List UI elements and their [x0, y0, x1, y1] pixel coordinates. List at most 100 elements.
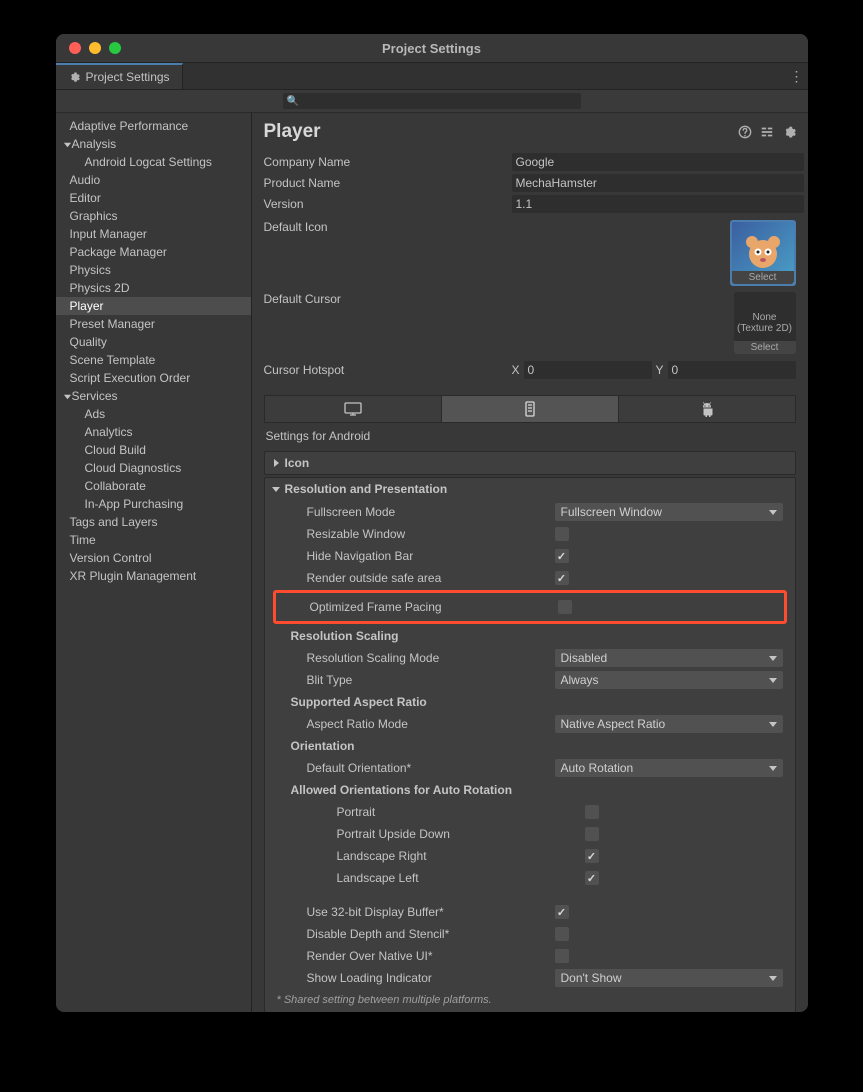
- platform-tabs: [264, 395, 796, 423]
- default-cursor-slot[interactable]: None (Texture 2D) Select: [734, 292, 796, 354]
- page-title: Player: [264, 121, 321, 143]
- hotspot-y-input[interactable]: [668, 361, 796, 379]
- section-resolution-header[interactable]: Resolution and Presentation: [265, 478, 795, 500]
- aspect-mode-dropdown[interactable]: Native Aspect Ratio: [555, 715, 783, 733]
- sidebar-item-script-execution-order[interactable]: Script Execution Order: [56, 369, 251, 387]
- resizable-window-checkbox[interactable]: [555, 527, 569, 541]
- company-name-label: Company Name: [264, 155, 512, 169]
- sidebar-item-analysis[interactable]: Analysis: [56, 135, 251, 153]
- app-icon-preview: [742, 232, 784, 274]
- sidebar-item-cloud-build[interactable]: Cloud Build: [56, 441, 251, 459]
- company-name-input[interactable]: [512, 153, 804, 171]
- sidebar-item-adaptive-performance[interactable]: Adaptive Performance: [56, 117, 251, 135]
- preset-icon[interactable]: [760, 125, 774, 139]
- window-title: Project Settings: [56, 41, 808, 56]
- scaling-mode-label: Resolution Scaling Mode: [277, 651, 555, 665]
- hotspot-x-input[interactable]: [524, 361, 652, 379]
- help-icon[interactable]: [738, 125, 752, 139]
- sidebar-item-version-control[interactable]: Version Control: [56, 549, 251, 567]
- sidebar-item-label: Graphics: [70, 208, 118, 224]
- allowed-orientations-header: Allowed Orientations for Auto Rotation: [277, 783, 513, 797]
- titlebar: Project Settings: [56, 34, 808, 63]
- default-icon-slot[interactable]: Select: [730, 220, 796, 286]
- sidebar-item-package-manager[interactable]: Package Manager: [56, 243, 251, 261]
- tab-bar: Project Settings ⋮: [56, 63, 808, 90]
- platform-tab-android[interactable]: [619, 396, 795, 422]
- sidebar-item-android-logcat-settings[interactable]: Android Logcat Settings: [56, 153, 251, 171]
- portrait-checkbox[interactable]: [585, 805, 599, 819]
- platform-tab-desktop[interactable]: [265, 396, 442, 422]
- sidebar-item-label: Collaborate: [85, 478, 146, 494]
- hotspot-y-label: Y: [656, 363, 664, 377]
- default-orientation-label: Default Orientation*: [277, 761, 555, 775]
- landscape-left-checkbox[interactable]: [585, 871, 599, 885]
- sidebar-item-label: Script Execution Order: [70, 370, 191, 386]
- tab-project-settings[interactable]: Project Settings: [56, 63, 183, 89]
- cursor-type-text: (Texture 2D): [737, 323, 792, 334]
- platform-tab-server[interactable]: [442, 396, 619, 422]
- sidebar-item-label: Cloud Build: [85, 442, 146, 458]
- sidebar-item-analytics[interactable]: Analytics: [56, 423, 251, 441]
- sidebar-item-collaborate[interactable]: Collaborate: [56, 477, 251, 495]
- sidebar-item-label: Editor: [70, 190, 101, 206]
- portrait-upside-down-label: Portrait Upside Down: [277, 827, 585, 841]
- sidebar-item-audio[interactable]: Audio: [56, 171, 251, 189]
- version-input[interactable]: [512, 195, 804, 213]
- shared-setting-note: * Shared setting between multiple platfo…: [277, 990, 783, 1006]
- scaling-mode-dropdown[interactable]: Disabled: [555, 649, 783, 667]
- settings-for-label: Settings for Android: [252, 423, 808, 449]
- fullscreen-mode-dropdown[interactable]: Fullscreen Window: [555, 503, 783, 521]
- portrait-upside-down-checkbox[interactable]: [585, 827, 599, 841]
- desktop-icon: [344, 402, 362, 416]
- sidebar-item-label: Analysis: [72, 136, 117, 152]
- sidebar-item-time[interactable]: Time: [56, 531, 251, 549]
- blit-type-dropdown[interactable]: Always: [555, 671, 783, 689]
- landscape-right-checkbox[interactable]: [585, 849, 599, 863]
- sidebar-item-graphics[interactable]: Graphics: [56, 207, 251, 225]
- chevron-right-icon: [271, 458, 281, 468]
- blit-type-label: Blit Type: [277, 673, 555, 687]
- sidebar-item-label: Adaptive Performance: [70, 118, 189, 134]
- sidebar-item-label: Package Manager: [70, 244, 167, 260]
- icon-select-button[interactable]: Select: [732, 271, 794, 284]
- sidebar-item-quality[interactable]: Quality: [56, 333, 251, 351]
- use-32bit-checkbox[interactable]: [555, 905, 569, 919]
- gear-icon: [68, 71, 80, 83]
- render-over-native-checkbox[interactable]: [555, 949, 569, 963]
- default-orientation-dropdown[interactable]: Auto Rotation: [555, 759, 783, 777]
- sidebar-item-services[interactable]: Services: [56, 387, 251, 405]
- sidebar-item-physics-2d[interactable]: Physics 2D: [56, 279, 251, 297]
- sidebar-item-label: XR Plugin Management: [70, 568, 197, 584]
- sidebar-item-ads[interactable]: Ads: [56, 405, 251, 423]
- tab-menu-button[interactable]: ⋮: [786, 63, 808, 89]
- section-icon-header[interactable]: Icon: [265, 452, 795, 474]
- product-name-input[interactable]: [512, 174, 804, 192]
- main-panel: Player Company Name Product Name: [252, 113, 808, 1012]
- hide-nav-bar-checkbox[interactable]: [555, 549, 569, 563]
- orientation-header: Orientation: [277, 739, 539, 753]
- loading-indicator-dropdown[interactable]: Don't Show: [555, 969, 783, 987]
- sidebar-item-label: Input Manager: [70, 226, 147, 242]
- disable-depth-checkbox[interactable]: [555, 927, 569, 941]
- product-name-label: Product Name: [264, 176, 512, 190]
- sidebar-item-label: Physics: [70, 262, 111, 278]
- sidebar-item-physics[interactable]: Physics: [56, 261, 251, 279]
- frame-pacing-checkbox[interactable]: [558, 600, 572, 614]
- sidebar-item-in-app-purchasing[interactable]: In-App Purchasing: [56, 495, 251, 513]
- render-safe-area-checkbox[interactable]: [555, 571, 569, 585]
- sidebar-item-player[interactable]: Player: [56, 297, 251, 315]
- sidebar-item-editor[interactable]: Editor: [56, 189, 251, 207]
- sidebar-item-tags-and-layers[interactable]: Tags and Layers: [56, 513, 251, 531]
- project-settings-window: Project Settings Project Settings ⋮ 🔍 Ad…: [56, 34, 808, 1012]
- version-label: Version: [264, 197, 512, 211]
- sidebar-item-xr-plugin-management[interactable]: XR Plugin Management: [56, 567, 251, 585]
- portrait-label: Portrait: [277, 805, 585, 819]
- settings-icon[interactable]: [782, 125, 796, 139]
- sidebar-item-scene-template[interactable]: Scene Template: [56, 351, 251, 369]
- cursor-select-button[interactable]: Select: [734, 341, 796, 354]
- highlighted-setting: Optimized Frame Pacing: [273, 590, 787, 624]
- sidebar-item-cloud-diagnostics[interactable]: Cloud Diagnostics: [56, 459, 251, 477]
- sidebar-item-input-manager[interactable]: Input Manager: [56, 225, 251, 243]
- search-input[interactable]: 🔍: [283, 93, 581, 109]
- sidebar-item-preset-manager[interactable]: Preset Manager: [56, 315, 251, 333]
